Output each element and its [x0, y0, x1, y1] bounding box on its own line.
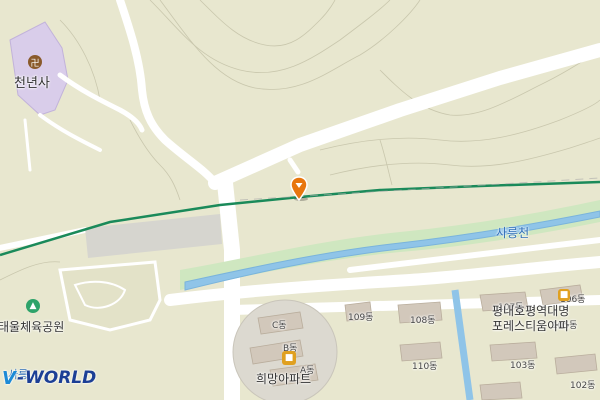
building-110-label: 110동: [412, 362, 438, 372]
vworld-logo: V - WORLD: [2, 367, 97, 389]
temple-swastika-icon[interactable]: 卍: [28, 55, 42, 69]
building-103-label: 103동: [510, 361, 536, 371]
apartment-building-icon[interactable]: ■: [558, 289, 570, 301]
river-label: 사릉천: [496, 226, 530, 240]
map-canvas[interactable]: 卍 천년사 ▲ 태울체육공원 사릉천 사릉 C동 B동 ■ A동 희망아파트 1…: [0, 0, 600, 400]
building-c-label: C동: [272, 321, 287, 331]
daemyung-apartment-label: 평내호평역대명 포레스티움아파: [492, 304, 570, 333]
park-field: [58, 260, 162, 332]
building-108-label: 108동: [410, 316, 436, 326]
park-tree-icon[interactable]: ▲: [26, 299, 40, 313]
building-102-label: 102동: [570, 381, 596, 391]
hope-apartment-label: 희망아파트: [256, 372, 312, 386]
building-109-label: 109동: [348, 313, 374, 323]
temple-label: 천년사: [14, 76, 50, 91]
apartment-building-icon[interactable]: ■: [282, 351, 296, 365]
park-label: 태울체육공원: [0, 320, 65, 334]
location-pin-icon[interactable]: [288, 175, 310, 201]
